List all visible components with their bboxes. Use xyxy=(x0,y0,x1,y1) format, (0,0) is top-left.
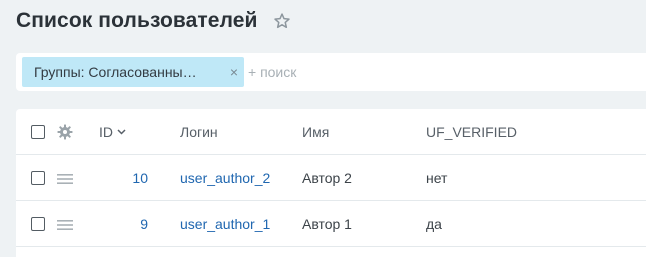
column-header-id-label: ID xyxy=(99,124,113,140)
cell-id[interactable]: 10 xyxy=(96,155,148,201)
user-list-page: Список пользователей Группы: Согласованн… xyxy=(0,0,646,257)
page-title: Список пользователей xyxy=(16,9,258,32)
hamburger-icon[interactable] xyxy=(57,172,73,184)
filter-bar[interactable]: Группы: Согласованны… × xyxy=(16,53,646,91)
cell-name: Автор 2 xyxy=(302,170,352,186)
cell-name: Автор 1 xyxy=(302,216,352,232)
gear-icon[interactable] xyxy=(57,124,73,140)
user-table: ID Логин Имя UF_VERIFIED 10 user_author_… xyxy=(16,109,646,257)
filter-chip-groups[interactable]: Группы: Согласованны… × xyxy=(22,57,244,87)
table-row[interactable]: 10 user_author_2 Автор 2 нет xyxy=(16,155,646,201)
close-icon[interactable]: × xyxy=(230,64,238,80)
title-row: Список пользователей xyxy=(16,6,292,36)
row-checkbox[interactable] xyxy=(31,171,45,185)
cell-verified: нет xyxy=(426,170,448,186)
cell-login[interactable]: user_author_1 xyxy=(180,201,270,247)
column-header-verified[interactable]: UF_VERIFIED xyxy=(426,109,517,155)
column-header-id[interactable]: ID xyxy=(99,109,126,155)
search-input[interactable] xyxy=(248,62,388,82)
chevron-down-icon xyxy=(117,129,126,135)
column-header-login[interactable]: Логин xyxy=(180,109,218,155)
cell-id[interactable]: 9 xyxy=(96,201,148,247)
star-icon[interactable] xyxy=(272,11,292,31)
cell-verified: да xyxy=(426,216,442,232)
table-header: ID Логин Имя UF_VERIFIED xyxy=(16,109,646,155)
column-header-name[interactable]: Имя xyxy=(302,109,329,155)
row-checkbox[interactable] xyxy=(31,217,45,231)
table-row[interactable]: 9 user_author_1 Автор 1 да xyxy=(16,201,646,247)
filter-chip-label: Группы: Согласованны… xyxy=(34,64,197,80)
hamburger-icon[interactable] xyxy=(57,218,73,230)
cell-login[interactable]: user_author_2 xyxy=(180,155,270,201)
select-all-checkbox[interactable] xyxy=(31,125,45,139)
